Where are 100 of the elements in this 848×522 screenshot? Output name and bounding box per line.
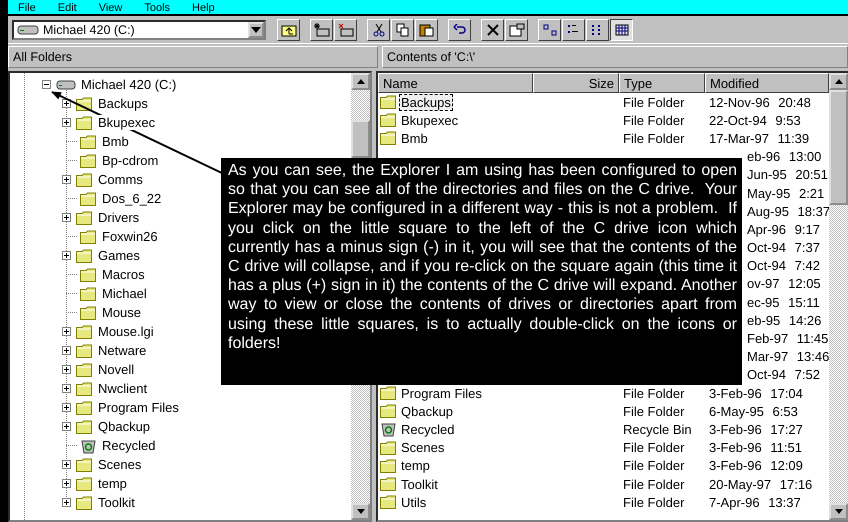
tree-item[interactable]: Foxwin26 bbox=[100, 229, 160, 244]
expand-toggle[interactable] bbox=[62, 365, 71, 374]
copy-button[interactable] bbox=[391, 18, 414, 40]
file-modified: 12-Nov-96 20:48 bbox=[708, 94, 812, 110]
expand-toggle[interactable] bbox=[62, 118, 71, 127]
file-modified: 7-Apr-96 13:37 bbox=[708, 494, 802, 510]
file-name[interactable]: Backups bbox=[399, 94, 453, 111]
file-name[interactable]: Bmb bbox=[399, 130, 430, 147]
tree-item[interactable]: Michael 420 (C:) bbox=[79, 77, 178, 92]
file-name[interactable]: Scenes bbox=[399, 439, 446, 456]
folder-icon bbox=[76, 458, 93, 472]
file-modified: 17-Mar-97 11:39 bbox=[708, 130, 810, 146]
expand-toggle[interactable] bbox=[62, 327, 71, 336]
folder-icon bbox=[380, 477, 397, 492]
tree-item[interactable]: Games bbox=[96, 248, 142, 263]
tree-item[interactable]: Mouse bbox=[100, 305, 144, 320]
file-modified: eb-96 13:00 bbox=[747, 149, 822, 164]
expand-toggle[interactable] bbox=[62, 346, 71, 355]
file-modified: Oct-94 7:42 bbox=[747, 258, 820, 274]
paste-button[interactable] bbox=[415, 18, 438, 40]
expand-toggle[interactable] bbox=[62, 460, 71, 469]
tree-item[interactable]: Toolkit bbox=[96, 495, 137, 510]
tree-item[interactable]: Bmb bbox=[100, 134, 131, 149]
expand-toggle[interactable] bbox=[62, 498, 71, 507]
tree-item[interactable]: Bp-cdrom bbox=[100, 153, 160, 168]
expand-toggle[interactable] bbox=[62, 403, 71, 412]
expand-toggle[interactable] bbox=[62, 479, 71, 488]
file-name[interactable]: Recycled bbox=[399, 420, 456, 438]
scroll-down-button[interactable] bbox=[829, 503, 848, 520]
delete-button[interactable] bbox=[481, 18, 504, 40]
tree-item[interactable]: Mouse.lgi bbox=[96, 324, 156, 339]
scroll-thumb[interactable] bbox=[351, 120, 370, 158]
column-header[interactable]: Modified bbox=[705, 73, 829, 93]
folder-icon bbox=[80, 230, 97, 244]
tree-item[interactable]: Drivers bbox=[96, 210, 142, 225]
delete-icon bbox=[486, 22, 500, 36]
up-arrow-icon bbox=[356, 79, 365, 84]
dropdown-button[interactable] bbox=[248, 22, 264, 38]
file-name[interactable]: temp bbox=[399, 457, 432, 474]
scroll-up-button[interactable] bbox=[351, 73, 370, 90]
file-name[interactable]: Qbackup bbox=[399, 402, 456, 420]
tree-item[interactable]: Qbackup bbox=[96, 419, 152, 434]
drive-dropdown[interactable]: Michael 420 (C:) bbox=[12, 20, 266, 40]
scroll-up-button[interactable] bbox=[829, 73, 848, 90]
file-type: File Folder bbox=[622, 404, 686, 419]
file-modified: Oct-94 7:52 bbox=[747, 367, 820, 382]
file-name[interactable]: Program Files bbox=[399, 384, 484, 402]
folder-icon bbox=[80, 286, 97, 300]
expand-toggle[interactable] bbox=[62, 422, 71, 431]
tree-item[interactable]: Program Files bbox=[96, 400, 181, 415]
expand-toggle[interactable] bbox=[62, 175, 71, 184]
properties-button[interactable] bbox=[505, 18, 528, 40]
tree-item[interactable]: Michael bbox=[100, 286, 149, 301]
file-modified: Aug-95 18:37 bbox=[747, 204, 830, 219]
menu-item[interactable]: Help bbox=[192, 2, 215, 14]
collapse-toggle[interactable] bbox=[42, 80, 51, 89]
disconnect-drive-icon bbox=[338, 22, 354, 36]
folder-icon bbox=[380, 404, 397, 418]
file-type: File Folder bbox=[622, 386, 686, 401]
column-header[interactable]: Type bbox=[619, 73, 705, 93]
cut-button[interactable] bbox=[367, 18, 390, 40]
file-modified: 22-Oct-94 9:53 bbox=[708, 112, 802, 128]
menu-item[interactable]: Edit bbox=[58, 2, 77, 14]
tree-item[interactable]: Comms bbox=[96, 172, 145, 187]
map-drive-button[interactable] bbox=[310, 18, 333, 40]
tree-item[interactable]: Novell bbox=[96, 362, 136, 377]
tree-item[interactable]: Netware bbox=[96, 343, 148, 358]
view-icon bbox=[566, 24, 580, 36]
view-button[interactable] bbox=[610, 18, 633, 40]
folder-icon bbox=[80, 134, 97, 148]
expand-toggle[interactable] bbox=[62, 384, 71, 393]
file-type: File Folder bbox=[622, 494, 686, 510]
expand-toggle[interactable] bbox=[62, 251, 71, 260]
undo-button[interactable] bbox=[448, 18, 471, 40]
tree-item[interactable]: Bkupexec bbox=[96, 115, 158, 130]
up-folder-button[interactable] bbox=[277, 18, 300, 40]
menu-item[interactable]: Tools bbox=[144, 2, 170, 14]
tree-item[interactable]: Nwclient bbox=[96, 381, 150, 396]
folder-icon bbox=[380, 113, 397, 128]
file-modified: eb-95 14:26 bbox=[747, 312, 822, 328]
tree-item[interactable]: Backups bbox=[96, 96, 150, 111]
tree-item[interactable]: Scenes bbox=[96, 457, 144, 472]
file-name[interactable]: Toolkit bbox=[399, 476, 440, 493]
menu-item[interactable]: View bbox=[98, 2, 122, 14]
scroll-down-button[interactable] bbox=[351, 503, 370, 520]
tree-item[interactable]: Recycled bbox=[100, 438, 158, 453]
file-name[interactable]: Bkupexec bbox=[399, 112, 460, 129]
disconnect-drive-button[interactable] bbox=[334, 18, 357, 40]
column-header[interactable]: Size bbox=[533, 73, 619, 93]
file-name[interactable]: Utils bbox=[399, 494, 428, 511]
expand-toggle[interactable] bbox=[62, 213, 71, 222]
menu-item[interactable]: File bbox=[18, 2, 36, 14]
file-type: Recycle Bin bbox=[622, 422, 693, 437]
scroll-thumb[interactable] bbox=[829, 90, 848, 205]
column-header[interactable]: Name bbox=[378, 73, 533, 93]
file-type: File Folder bbox=[622, 94, 686, 110]
tree-item[interactable]: Dos_6_22 bbox=[100, 191, 164, 206]
tree-item[interactable]: Macros bbox=[100, 267, 147, 282]
folder-icon bbox=[380, 386, 397, 400]
folder-icon bbox=[76, 172, 93, 186]
